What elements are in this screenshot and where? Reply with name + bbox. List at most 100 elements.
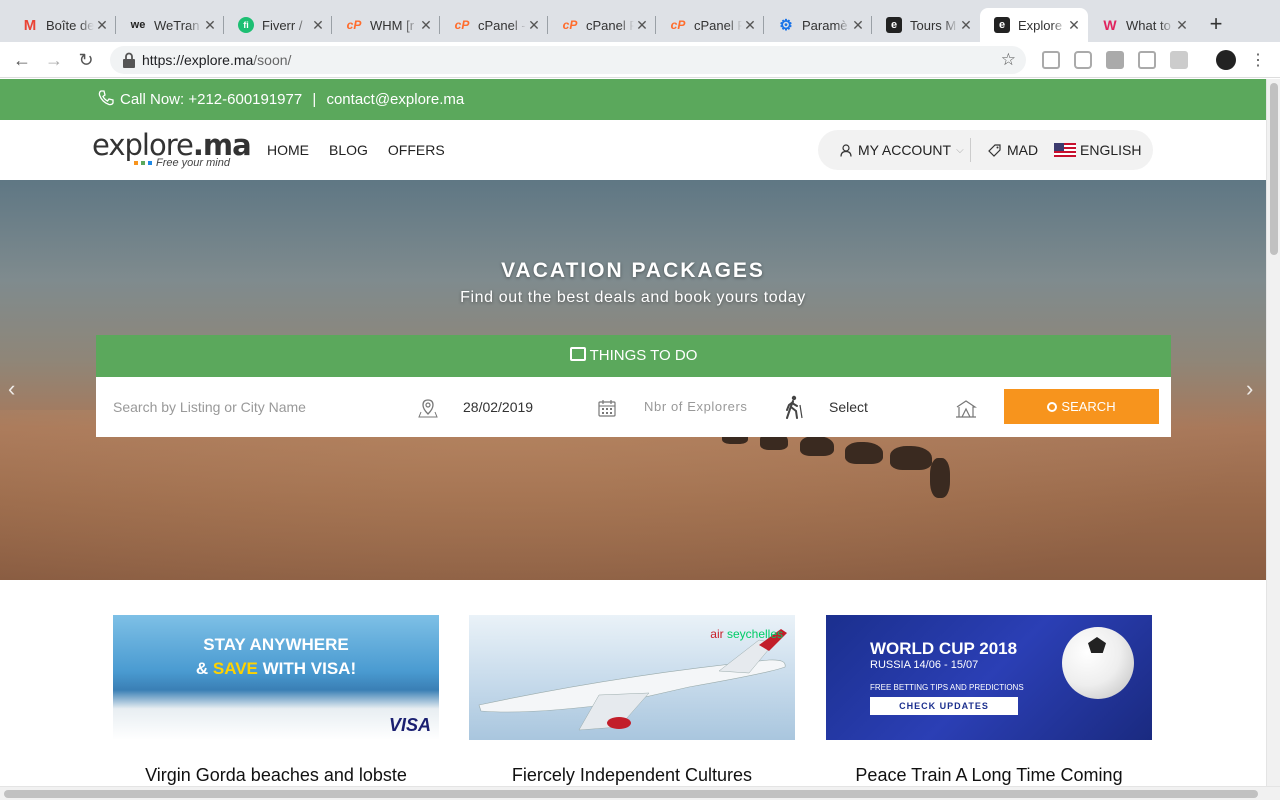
browser-tab[interactable]: cP cPanel F ✕ — [548, 8, 656, 42]
browser-tab[interactable]: ⚙ Paramè ✕ — [764, 8, 872, 42]
offer-card-title[interactable]: Virgin Gorda beaches and lobste — [113, 765, 439, 786]
close-tab-icon[interactable]: ✕ — [958, 17, 974, 34]
close-tab-icon[interactable]: ✕ — [634, 17, 650, 34]
browser-tab[interactable]: M Boîte de ✕ — [8, 8, 116, 42]
reload-icon[interactable]: ↻ — [74, 48, 98, 72]
location-search-input[interactable]: Search by Listing or City Name — [113, 399, 306, 415]
tab-title: What to — [1126, 17, 1171, 33]
browser-tab[interactable]: W What to ✕ — [1088, 8, 1196, 42]
extension-icon[interactable] — [1106, 51, 1124, 69]
suitcase-icon — [569, 347, 586, 361]
date-input[interactable]: 28/02/2019 — [463, 399, 533, 415]
forward-arrow-icon[interactable]: → — [42, 48, 66, 72]
hero-banner: ‹ › VACATION PACKAGES Find out the best … — [0, 180, 1266, 580]
tab-things-to-do[interactable]: THINGS TO DO — [96, 335, 1171, 377]
calendar-icon — [598, 400, 616, 417]
hero-prev-arrow-icon[interactable]: ‹ — [8, 376, 15, 402]
site-header: explore.ma Free your mind HOME BLOG OFFE… — [0, 120, 1266, 180]
cpanel-icon: cP — [346, 18, 362, 32]
browser-tab[interactable]: cP WHM [r ✕ — [332, 8, 440, 42]
offer-card[interactable]: STAY ANYWHERE & SAVE WITH VISA! VISA Vir… — [113, 615, 439, 785]
us-flag-icon — [1054, 143, 1076, 157]
hero-title: VACATION PACKAGES — [501, 259, 765, 282]
call-now-text: Call Now: +212-600191977 — [120, 91, 303, 108]
browser-tab-strip: M Boîte de ✕ we WeTran ✕ fi Fiverr / ✕ c… — [0, 0, 1280, 42]
soccer-ball-icon — [1062, 627, 1134, 699]
tab-title: WeTran — [154, 17, 200, 33]
cpanel-icon: cP — [670, 18, 686, 32]
url-bar[interactable]: https://explore.ma/soon/ ☆ — [110, 46, 1026, 74]
browser-tab[interactable]: fi Fiverr / ✕ — [224, 8, 332, 42]
web-page: Call Now: +212-600191977 | contact@explo… — [0, 79, 1266, 786]
phone-icon — [98, 90, 114, 106]
close-tab-icon[interactable]: ✕ — [310, 17, 326, 34]
new-tab-icon[interactable]: + — [1204, 12, 1228, 36]
offer-card-image[interactable]: air seychelles — [469, 615, 795, 740]
offer-card[interactable]: WORLD CUP 2018 RUSSIA 14/06 - 15/07 FREE… — [826, 615, 1152, 785]
browser-tab[interactable]: we WeTran ✕ — [116, 8, 224, 42]
fiverr-icon: fi — [238, 17, 254, 33]
user-icon — [840, 143, 852, 157]
wix-icon: W — [1103, 17, 1117, 33]
category-select[interactable]: Select — [829, 399, 868, 415]
gmail-icon: M — [23, 16, 37, 34]
tab-title: Explore — [1018, 17, 1063, 33]
tab-title: cPanel F — [586, 17, 634, 33]
tab-title: WHM [r — [370, 17, 415, 33]
offer-card-image[interactable]: WORLD CUP 2018 RUSSIA 14/06 - 15/07 FREE… — [826, 615, 1152, 740]
currency-selector[interactable]: MAD — [988, 142, 1038, 158]
browser-menu-icon[interactable]: ⋮ — [1250, 50, 1266, 70]
close-tab-icon[interactable]: ✕ — [526, 17, 542, 34]
tag-icon — [988, 143, 1001, 157]
hero-next-arrow-icon[interactable]: › — [1246, 376, 1253, 402]
extension-icon[interactable] — [1138, 51, 1156, 69]
browser-tab-active[interactable]: e Explore ✕ — [980, 8, 1088, 42]
camera-icon[interactable] — [1074, 51, 1092, 69]
offer-card[interactable]: air seychelles Fiercely Independent Cult… — [469, 615, 795, 785]
close-tab-icon[interactable]: ✕ — [418, 17, 434, 34]
tab-title: cPanel F — [694, 17, 742, 33]
language-selector[interactable]: ENGLISH — [1054, 142, 1141, 158]
main-nav: HOME BLOG OFFERS — [267, 142, 445, 158]
browser-tab[interactable]: cP cPanel - ✕ — [440, 8, 548, 42]
extension-icon[interactable] — [1042, 51, 1060, 69]
search-icon — [1047, 402, 1058, 412]
offer-cards: STAY ANYWHERE & SAVE WITH VISA! VISA Vir… — [113, 615, 1153, 786]
air-seychelles-logo: air seychelles — [710, 627, 783, 641]
close-tab-icon[interactable]: ✕ — [202, 17, 218, 34]
search-button[interactable]: SEARCH — [1004, 389, 1159, 424]
vertical-scrollbar[interactable] — [1266, 79, 1280, 786]
profile-avatar[interactable] — [1216, 50, 1236, 70]
explore-icon: e — [886, 17, 902, 33]
gear-icon: ⚙ — [779, 17, 793, 34]
my-account-dropdown[interactable]: MY ACCOUNT ⌵ — [840, 142, 964, 158]
contact-bar: Call Now: +212-600191977 | contact@explo… — [0, 79, 1266, 120]
site-logo[interactable]: explore.ma Free your mind — [92, 128, 252, 172]
offer-card-image[interactable]: STAY ANYWHERE & SAVE WITH VISA! VISA — [113, 615, 439, 740]
tab-title: Paramè — [802, 17, 848, 33]
horizontal-scrollbar[interactable] — [0, 786, 1280, 800]
close-tab-icon[interactable]: ✕ — [1174, 17, 1190, 34]
contact-email-link[interactable]: contact@explore.ma — [326, 91, 464, 108]
bookmark-star-icon[interactable]: ☆ — [1001, 50, 1016, 70]
nav-blog[interactable]: BLOG — [329, 142, 368, 158]
nav-home[interactable]: HOME — [267, 142, 309, 158]
browser-tab[interactable]: cP cPanel F ✕ — [656, 8, 764, 42]
search-form: Search by Listing or City Name 28/02/201… — [96, 377, 1171, 437]
close-tab-icon[interactable]: ✕ — [742, 17, 758, 34]
back-arrow-icon[interactable]: ← — [10, 48, 34, 72]
offer-card-title[interactable]: Peace Train A Long Time Coming — [826, 765, 1152, 786]
offer-card-title[interactable]: Fiercely Independent Cultures — [469, 765, 795, 786]
nav-offers[interactable]: OFFERS — [388, 142, 445, 158]
close-tab-icon[interactable]: ✕ — [850, 17, 866, 34]
explorers-input[interactable]: Nbr of Explorers — [644, 399, 748, 414]
chevron-down-icon: ⌵ — [956, 144, 964, 156]
check-updates-button[interactable]: CHECK UPDATES — [870, 697, 1018, 715]
close-tab-icon[interactable]: ✕ — [1066, 17, 1082, 34]
lock-icon — [123, 52, 135, 68]
close-tab-icon[interactable]: ✕ — [94, 17, 110, 34]
tab-title: Fiverr / — [262, 17, 303, 33]
tab-title: Boîte de — [46, 17, 94, 33]
browser-tab[interactable]: e Tours M ✕ — [872, 8, 980, 42]
extension-icon[interactable] — [1170, 51, 1188, 69]
